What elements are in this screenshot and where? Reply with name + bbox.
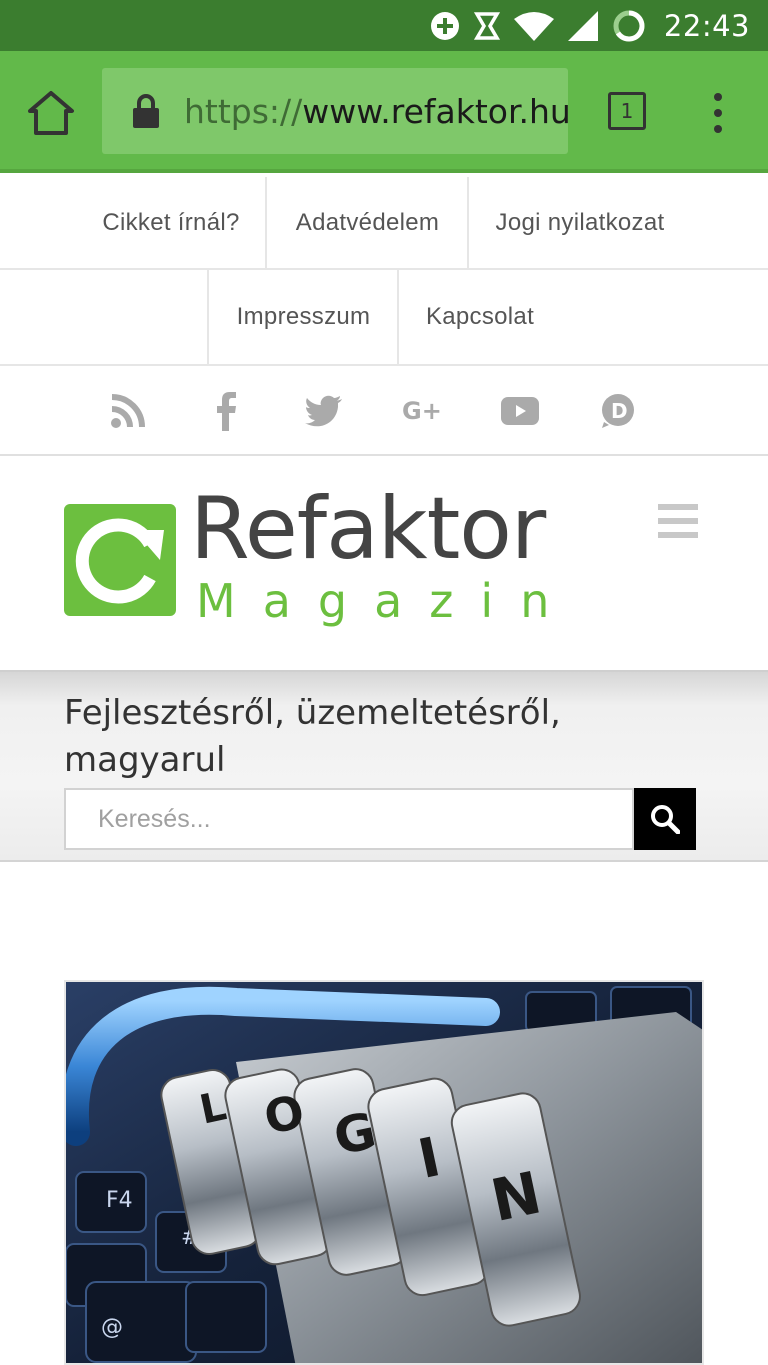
svg-text:G+: G+	[402, 397, 442, 425]
hamburger-menu-icon[interactable]	[658, 504, 698, 538]
signal-icon	[567, 10, 598, 41]
tagline-band: Fejlesztésről, üzemeltetésről, magyarul	[0, 670, 768, 862]
sync-icon	[473, 11, 500, 41]
tab-count: 1	[620, 99, 634, 123]
youtube-icon[interactable]	[498, 389, 542, 433]
wifi-icon	[513, 11, 554, 41]
site-header: Refaktor Magazin	[0, 456, 768, 670]
battery-icon	[612, 9, 646, 43]
search-input[interactable]	[64, 788, 634, 850]
search-button[interactable]	[634, 788, 696, 850]
disqus-icon[interactable]: D	[596, 389, 640, 433]
site-tagline: Fejlesztésről, üzemeltetésről, magyarul	[64, 693, 561, 780]
logo-mark-icon[interactable]	[64, 504, 176, 616]
nav-item-privacy[interactable]: Adatvédelem	[267, 177, 468, 268]
social-links: G+ D	[0, 366, 768, 456]
nav-item-contact[interactable]: Kapcsolat	[399, 270, 561, 364]
status-clock: 22:43	[663, 8, 750, 43]
article-featured-image[interactable]: F4 # @ L O G I N	[64, 980, 704, 1365]
twitter-icon[interactable]	[302, 389, 346, 433]
top-nav-row-1: Cikket írnál? Adatvédelem Jogi nyilatkoz…	[0, 177, 768, 270]
home-button[interactable]	[26, 89, 76, 137]
svg-text:F4: F4	[106, 1188, 133, 1213]
nav-item-legal[interactable]: Jogi nyilatkozat	[469, 177, 691, 268]
browser-toolbar: https://www.refaktor.hu 1	[0, 51, 768, 173]
top-nav-row-2: Impresszum Kapcsolat	[0, 270, 768, 366]
url-scheme: https://	[184, 91, 303, 131]
status-bar: 22:43	[0, 0, 768, 51]
search-icon	[651, 805, 680, 834]
tab-switcher-button[interactable]: 1	[608, 92, 646, 130]
google-plus-icon[interactable]: G+	[400, 389, 444, 433]
browser-menu-button[interactable]	[710, 93, 726, 133]
nav-item-impressum[interactable]: Impresszum	[209, 270, 398, 364]
status-icons: 22:43	[430, 0, 750, 51]
rss-icon[interactable]	[106, 389, 150, 433]
logo-subtitle: Magazin	[196, 574, 577, 628]
url-host: www.refaktor.hu	[302, 91, 571, 131]
home-icon	[28, 91, 74, 135]
nav-item-write-article[interactable]: Cikket írnál?	[76, 177, 266, 268]
svg-text:D: D	[611, 399, 628, 423]
facebook-icon[interactable]	[204, 389, 248, 433]
logo-wordmark[interactable]: Refaktor	[190, 486, 546, 572]
lock-icon	[132, 93, 160, 129]
url-bar[interactable]: https://www.refaktor.hu	[102, 68, 571, 154]
url-text: https://www.refaktor.hu	[184, 92, 571, 131]
add-circle-icon	[430, 11, 460, 41]
login-lock-illustration: F4 # @ L O G I N	[66, 982, 702, 1363]
svg-text:@: @	[101, 1315, 123, 1340]
